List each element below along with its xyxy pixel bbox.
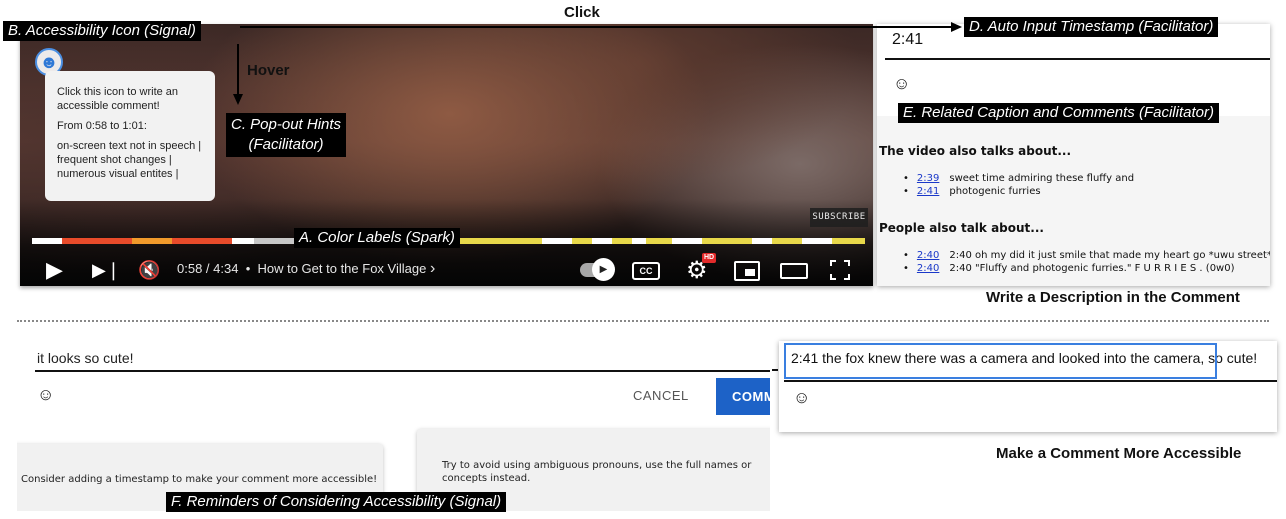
hover-annotation: Hover — [247, 62, 290, 79]
reminder-text-timestamp: Consider adding a timestamp to make your… — [21, 474, 378, 485]
cancel-button[interactable]: CANCEL — [633, 388, 689, 403]
smiley-icon[interactable]: ☺ — [793, 388, 810, 408]
label-c-line1: C. Pop-out Hints — [231, 116, 342, 133]
comment-button[interactable]: COMMENT — [716, 378, 770, 415]
section-divider — [17, 320, 1269, 322]
input-underline — [35, 370, 770, 372]
more-accessible-caption: Make a Comment More Accessible — [996, 445, 1242, 462]
input-underline — [784, 380, 1277, 382]
accessible-comment-panel: 2:41 the fox knew there was a camera and… — [779, 341, 1277, 432]
timestamp-description-highlight — [784, 343, 1217, 379]
label-c-popout-hints: C. Pop-out Hints (Facilitator) — [226, 113, 347, 157]
label-b-accessibility-icon: B. Accessibility Icon (Signal) — [3, 21, 201, 41]
label-c-line2: (Facilitator) — [248, 136, 324, 153]
label-a-color-labels: A. Color Labels (Spark) — [294, 228, 460, 248]
label-e-related: E. Related Caption and Comments (Facilit… — [898, 103, 1219, 123]
reminder-text-pronouns: Try to avoid using ambiguous pronouns, u… — [442, 460, 752, 484]
label-d-auto-timestamp: D. Auto Input Timestamp (Facilitator) — [964, 17, 1219, 37]
comment-input[interactable]: it looks so cute! — [37, 350, 134, 366]
write-description-caption: Write a Description in the Comment — [986, 289, 1240, 306]
comment-editor-panel: it looks so cute! ☺ CANCEL COMMENT Consi… — [17, 333, 770, 511]
smiley-icon[interactable]: ☺ — [37, 385, 54, 405]
label-f-reminders: F. Reminders of Considering Accessibilit… — [166, 492, 507, 512]
click-annotation: Click — [564, 4, 600, 21]
